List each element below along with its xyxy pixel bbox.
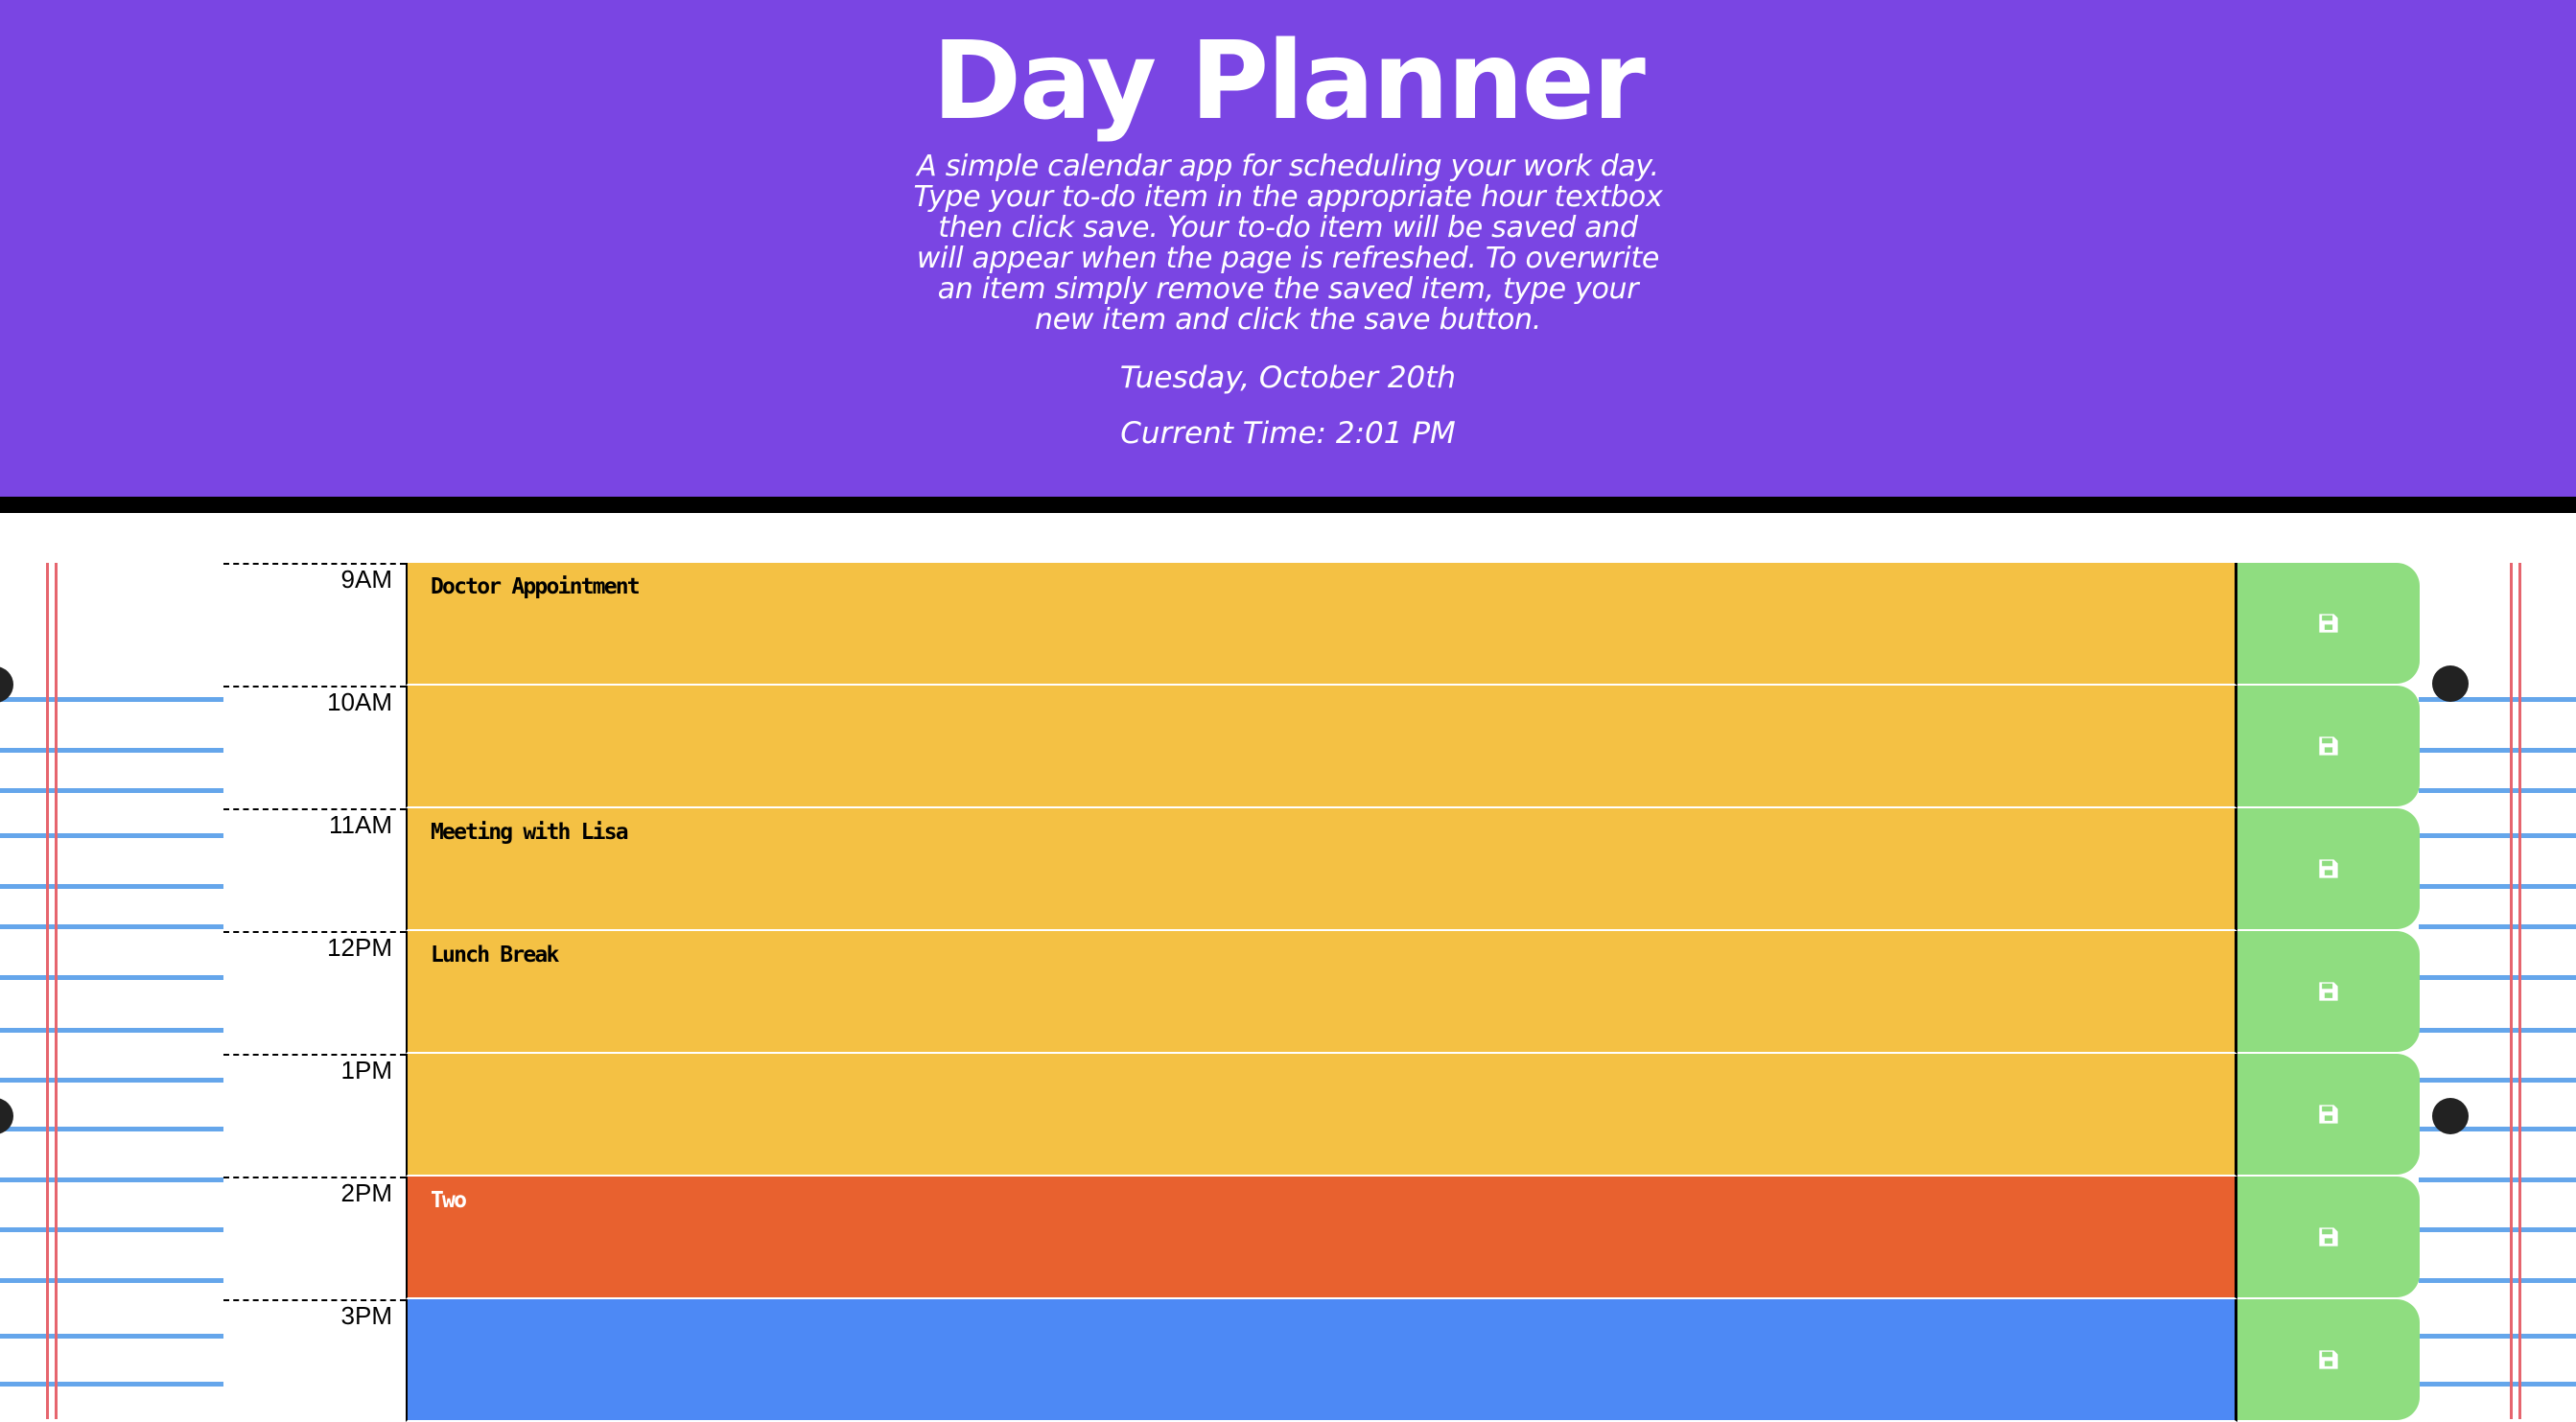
save-button[interactable] — [2237, 931, 2420, 1052]
floppy-disk-icon — [2319, 1227, 2338, 1247]
floppy-disk-icon — [2319, 1350, 2338, 1369]
task-textarea-12pm[interactable]: Lunch Break — [406, 931, 2237, 1054]
floppy-disk-icon — [2319, 859, 2338, 878]
hour-label: 12PM — [327, 933, 392, 962]
floppy-disk-icon — [2319, 736, 2338, 756]
floppy-disk-icon — [2319, 982, 2338, 1001]
hour-cell: 2PM — [223, 1177, 406, 1299]
save-button[interactable] — [2237, 808, 2420, 929]
save-button[interactable] — [2237, 1054, 2420, 1175]
hour-cell: 3PM — [223, 1299, 406, 1422]
hour-label: 1PM — [340, 1056, 392, 1084]
hour-cell: 12PM — [223, 931, 406, 1054]
save-button[interactable] — [2237, 563, 2420, 684]
current-time: Current Time: 2:01 PM — [1120, 416, 1456, 451]
hour-label: 11AM — [329, 810, 392, 839]
hour-label: 2PM — [340, 1178, 392, 1207]
page-title: Day Planner — [932, 19, 1646, 144]
time-block-2pm: 2PM Two — [223, 1177, 2420, 1299]
task-textarea-11am[interactable]: Meeting with Lisa — [406, 808, 2237, 931]
hour-label: 3PM — [340, 1301, 392, 1330]
app-description-line: will appear when the page is refreshed. … — [916, 242, 1660, 275]
floppy-disk-icon — [2319, 614, 2338, 633]
app-description-line: an item simply remove the saved item, ty… — [937, 272, 1639, 306]
task-textarea-9am[interactable]: Doctor Appointment — [406, 563, 2237, 686]
task-textarea-1pm[interactable] — [406, 1054, 2237, 1177]
time-block-12pm: 12PM Lunch Break — [223, 931, 2420, 1054]
save-button[interactable] — [2237, 686, 2420, 806]
time-block-11am: 11AM Meeting with Lisa — [223, 808, 2420, 931]
hour-cell: 11AM — [223, 808, 406, 931]
save-button[interactable] — [2237, 1299, 2420, 1420]
app-description: A simple calendar app for scheduling you… — [856, 152, 1720, 336]
page-header: Day Planner A simple calendar app for sc… — [0, 0, 2576, 497]
time-block-3pm: 3PM — [223, 1299, 2420, 1422]
app-description-line: Type your to-do item in the appropriate … — [913, 180, 1663, 214]
planner: 9AM Doctor Appointment 10AM 11AM Meeting… — [0, 563, 2576, 1422]
task-textarea-2pm[interactable]: Two — [406, 1177, 2237, 1299]
time-block-1pm: 1PM — [223, 1054, 2420, 1177]
floppy-disk-icon — [2319, 1105, 2338, 1124]
hour-cell: 1PM — [223, 1054, 406, 1177]
task-textarea-10am[interactable] — [406, 686, 2237, 808]
time-block-10am: 10AM — [223, 686, 2420, 808]
app-description-line: then click save. Your to-do item will be… — [938, 211, 1638, 245]
save-button[interactable] — [2237, 1177, 2420, 1297]
task-textarea-3pm[interactable] — [406, 1299, 2237, 1422]
time-block-9am: 9AM Doctor Appointment — [223, 563, 2420, 686]
current-day: Tuesday, October 20th — [1119, 361, 1457, 395]
hour-cell: 9AM — [223, 563, 406, 686]
hour-label: 10AM — [327, 688, 392, 716]
app-description-line: A simple calendar app for scheduling you… — [917, 150, 1659, 183]
app-description-line: new item and click the save button. — [1035, 303, 1541, 337]
header-divider — [0, 497, 2576, 513]
hour-label: 9AM — [340, 565, 392, 594]
hour-cell: 10AM — [223, 686, 406, 808]
